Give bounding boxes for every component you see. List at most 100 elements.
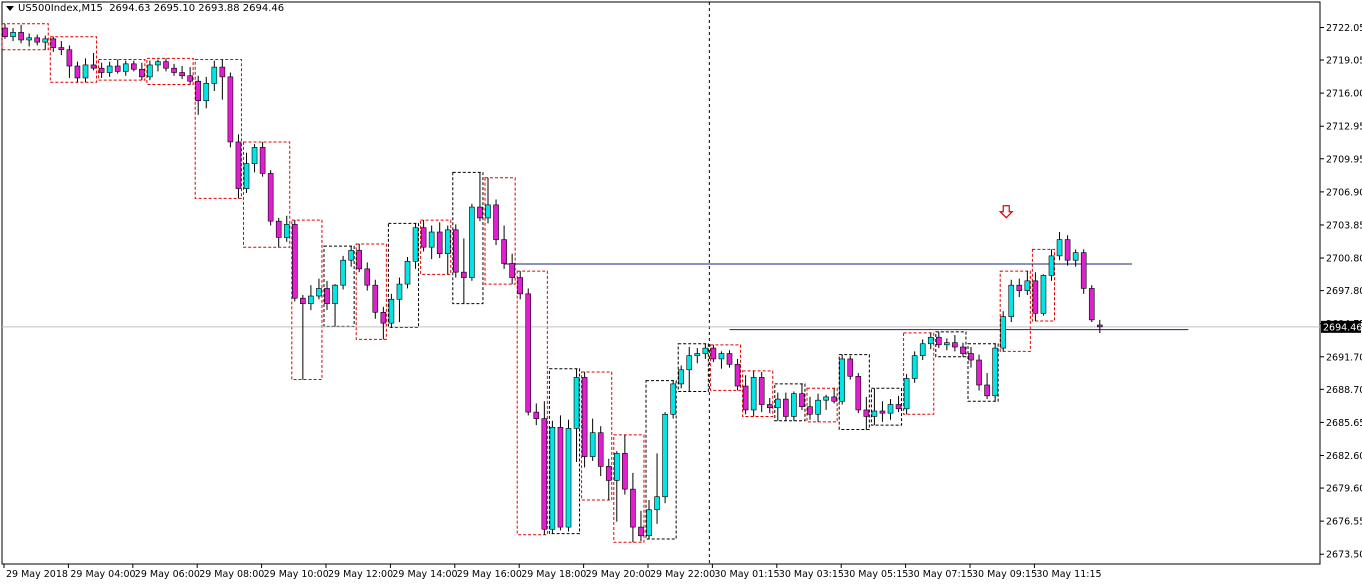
bullish-candle[interactable]: [10, 32, 16, 38]
bearish-candle[interactable]: [1080, 252, 1087, 289]
bullish-candle[interactable]: [944, 342, 950, 346]
bullish-candle[interactable]: [1000, 316, 1007, 349]
bearish-candle[interactable]: [18, 32, 24, 41]
bullish-candle[interactable]: [613, 453, 620, 481]
bearish-candle[interactable]: [179, 72, 185, 77]
bullish-candle[interactable]: [927, 336, 934, 345]
bullish-candle[interactable]: [155, 61, 161, 66]
bearish-candle[interactable]: [131, 63, 137, 70]
bearish-candle[interactable]: [2, 27, 8, 38]
bearish-candle[interactable]: [74, 65, 81, 79]
bearish-candle[interactable]: [380, 311, 387, 324]
bullish-candle[interactable]: [106, 65, 113, 73]
bearish-candle[interactable]: [807, 406, 813, 415]
bullish-candle[interactable]: [147, 64, 153, 78]
bearish-candle[interactable]: [187, 75, 193, 82]
bullish-candle[interactable]: [565, 428, 572, 528]
bearish-candle[interactable]: [976, 359, 982, 386]
bearish-candle[interactable]: [420, 227, 427, 248]
bearish-candle[interactable]: [477, 206, 483, 219]
bullish-candle[interactable]: [573, 377, 580, 429]
bullish-candle[interactable]: [992, 347, 998, 397]
bearish-candle[interactable]: [952, 342, 958, 348]
bearish-candle[interactable]: [831, 396, 837, 402]
bearish-candle[interactable]: [581, 377, 588, 457]
bearish-candle[interactable]: [300, 297, 306, 304]
sell-signal-arrow-icon[interactable]: [998, 205, 1014, 219]
bearish-candle[interactable]: [984, 384, 990, 397]
bullish-candle[interactable]: [750, 377, 757, 411]
price-chart[interactable]: 2722.05 2719.05 2716.00 2712.95 2709.95 2706.…: [0, 0, 1362, 585]
bullish-candle[interactable]: [1024, 280, 1031, 291]
bullish-candle[interactable]: [823, 396, 829, 401]
bearish-candle[interactable]: [742, 385, 749, 411]
bearish-candle[interactable]: [171, 67, 177, 73]
bullish-candle[interactable]: [388, 298, 395, 324]
bearish-candle[interactable]: [638, 526, 644, 537]
bullish-candle[interactable]: [549, 426, 556, 530]
bearish-candle[interactable]: [766, 404, 773, 409]
bearish-candle[interactable]: [163, 61, 169, 69]
bearish-candle[interactable]: [541, 418, 548, 530]
bearish-candle[interactable]: [364, 268, 371, 286]
bullish-candle[interactable]: [911, 355, 918, 379]
bearish-candle[interactable]: [501, 239, 507, 264]
bearish-candle[interactable]: [34, 37, 41, 43]
bullish-candle[interactable]: [718, 353, 725, 360]
bearish-candle[interactable]: [622, 453, 628, 490]
bearish-candle[interactable]: [1088, 288, 1095, 321]
bearish-candle[interactable]: [895, 404, 902, 410]
bearish-candle[interactable]: [50, 38, 57, 48]
bullish-candle[interactable]: [203, 83, 210, 102]
bearish-candle[interactable]: [493, 204, 499, 240]
bullish-candle[interactable]: [316, 288, 322, 297]
bullish-candle[interactable]: [662, 413, 668, 498]
bullish-candle[interactable]: [485, 204, 491, 219]
bullish-candle[interactable]: [903, 378, 910, 410]
bullish-candle[interactable]: [919, 343, 926, 356]
bearish-candle[interactable]: [758, 377, 765, 405]
bullish-candle[interactable]: [670, 383, 676, 415]
bearish-candle[interactable]: [525, 293, 532, 413]
bullish-candle[interactable]: [1072, 252, 1079, 261]
bullish-candle[interactable]: [646, 509, 652, 537]
bearish-candle[interactable]: [259, 147, 266, 174]
bearish-candle[interactable]: [863, 409, 870, 417]
bearish-candle[interactable]: [557, 426, 564, 528]
bearish-candle[interactable]: [139, 68, 145, 78]
bearish-candle[interactable]: [1032, 280, 1039, 314]
bearish-candle[interactable]: [461, 271, 467, 278]
bearish-candle[interactable]: [726, 353, 733, 365]
bullish-candle[interactable]: [678, 369, 685, 385]
bullish-candle[interactable]: [243, 163, 250, 189]
bullish-candle[interactable]: [589, 432, 596, 457]
bearish-candle[interactable]: [734, 364, 741, 387]
bullish-candle[interactable]: [871, 410, 878, 417]
bearish-candle[interactable]: [356, 250, 363, 270]
bearish-candle[interactable]: [66, 49, 73, 67]
bullish-candle[interactable]: [412, 227, 419, 262]
bullish-candle[interactable]: [654, 496, 660, 511]
bullish-candle[interactable]: [82, 64, 89, 79]
bearish-candle[interactable]: [968, 353, 974, 361]
bullish-candle[interactable]: [26, 37, 32, 41]
bearish-candle[interactable]: [855, 376, 862, 411]
bearish-candle[interactable]: [219, 66, 226, 78]
bearish-candle[interactable]: [58, 47, 65, 51]
bearish-candle[interactable]: [847, 358, 854, 377]
bearish-candle[interactable]: [235, 141, 242, 189]
bullish-candle[interactable]: [428, 231, 435, 248]
bearish-candle[interactable]: [879, 410, 886, 414]
bullish-candle[interactable]: [469, 206, 475, 278]
bearish-candle[interactable]: [90, 64, 97, 69]
bearish-candle[interactable]: [935, 336, 942, 346]
bearish-candle[interactable]: [275, 220, 282, 238]
bullish-candle[interactable]: [122, 63, 129, 72]
bearish-candle[interactable]: [799, 393, 805, 407]
bearish-candle[interactable]: [710, 347, 717, 360]
bullish-candle[interactable]: [887, 404, 894, 414]
bullish-candle[interactable]: [774, 398, 781, 409]
bearish-candle[interactable]: [509, 263, 515, 278]
bullish-candle[interactable]: [308, 295, 314, 304]
bearish-candle[interactable]: [114, 65, 121, 72]
